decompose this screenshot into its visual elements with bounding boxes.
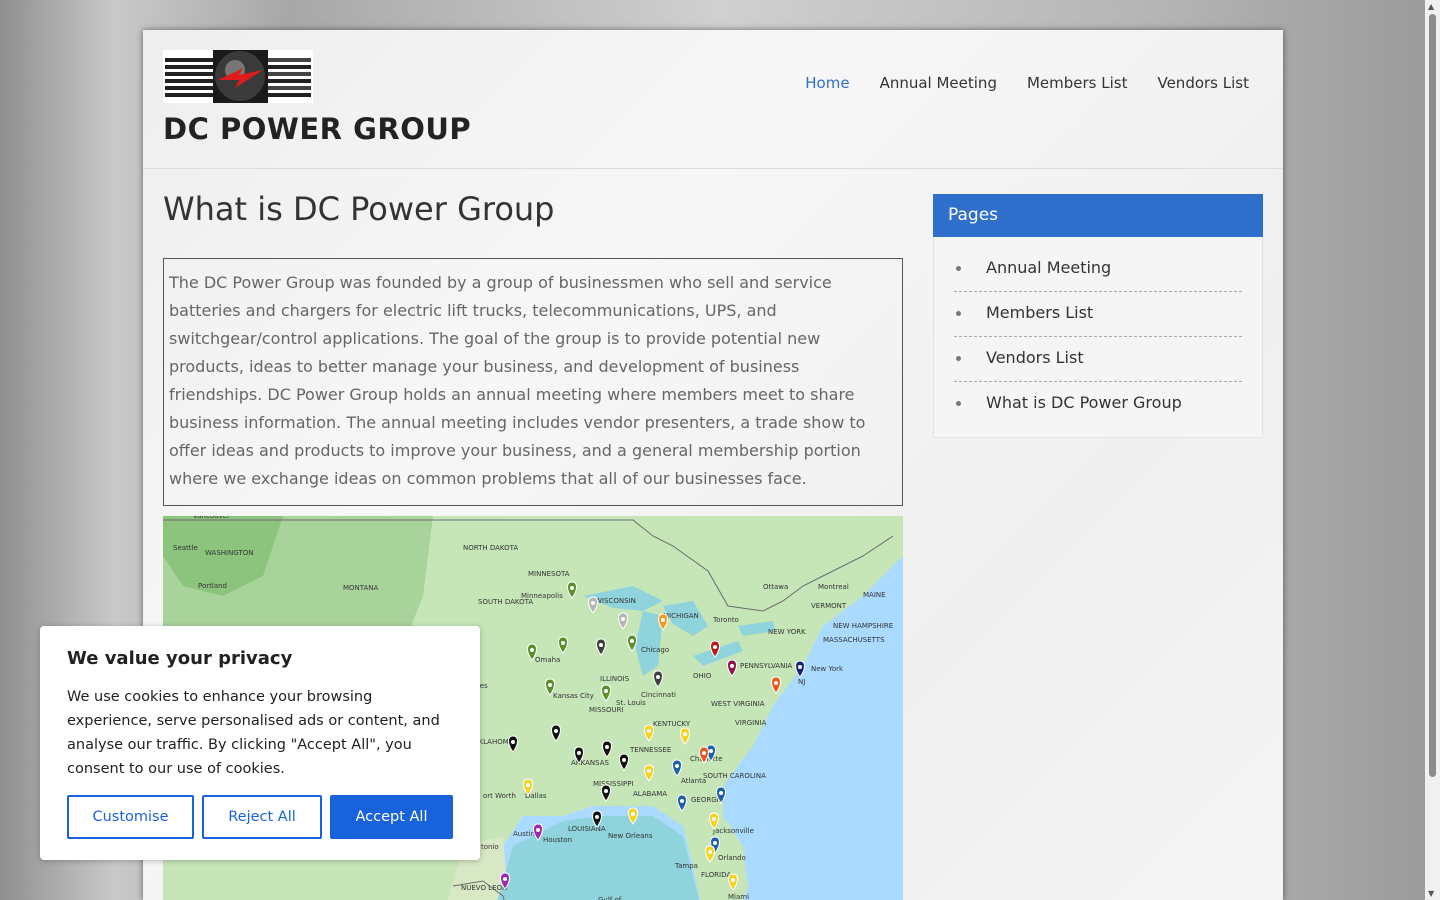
map-label-mississippi: MISSISSIPPI xyxy=(593,780,634,788)
map-label-nj: NJ xyxy=(798,678,805,686)
sidebar-item-members-list[interactable]: Members List xyxy=(954,292,1242,337)
map-label-ohio: OHIO xyxy=(693,672,712,680)
map-label-washington: WASHINGTON xyxy=(205,549,254,557)
map-label-vermont: VERMONT xyxy=(811,602,847,610)
map-label-west-virginia: WEST VIRGINIA xyxy=(711,700,765,708)
map-label-kansas-city: Kansas City xyxy=(553,692,594,700)
site-logo[interactable] xyxy=(163,50,313,103)
reject-all-button[interactable]: Reject All xyxy=(202,795,322,839)
map-label-pennsylvania: PENNSYLVANIA xyxy=(740,662,792,670)
sidebar-item-annual-meeting[interactable]: Annual Meeting xyxy=(954,247,1242,292)
customise-button[interactable]: Customise xyxy=(67,795,194,839)
map-label-new-orleans: New Orleans xyxy=(608,832,653,840)
map-label-north-dakota: NORTH DAKOTA xyxy=(463,544,518,552)
sidebar: Pages Annual Meeting Members List Vendor… xyxy=(933,194,1263,438)
map-label-south-carolina: SOUTH CAROLINA xyxy=(703,772,766,780)
map-label-tampa: Tampa xyxy=(674,862,698,870)
nav-home[interactable]: Home xyxy=(805,74,849,92)
map-label-vancouver: Vancouver xyxy=(193,516,230,520)
map-label-montreal: Montreal xyxy=(818,583,849,591)
pages-widget: Annual Meeting Members List Vendors List… xyxy=(933,237,1263,438)
site-title[interactable]: DC POWER GROUP xyxy=(163,112,471,146)
map-label-austin: Austin xyxy=(513,830,535,838)
nav-annual-meeting[interactable]: Annual Meeting xyxy=(880,74,997,92)
nav-vendors-list[interactable]: Vendors List xyxy=(1157,74,1249,92)
map-label-tennessee: TENNESSEE xyxy=(629,746,671,754)
map-label-jacksonville: Jacksonville xyxy=(712,827,754,835)
map-label-missouri: MISSOURI xyxy=(589,706,624,714)
map-label-orlando: Orlando xyxy=(718,854,746,862)
map-label-portland: Portland xyxy=(198,582,227,590)
lightning-bolt-logo-icon xyxy=(163,50,313,103)
map-label-wisconsin: WISCONSIN xyxy=(595,597,636,605)
map-label-illinois: ILLINOIS xyxy=(600,675,630,683)
main-nav: Home Annual Meeting Members List Vendors… xyxy=(805,74,1249,92)
map-label-florida: FLORIDA xyxy=(701,871,731,879)
map-label-ottawa: Ottawa xyxy=(763,583,788,591)
map-label-kentucky: KENTUCKY xyxy=(653,720,691,728)
sidebar-item-what-is[interactable]: What is DC Power Group xyxy=(954,382,1242,427)
map-label-miami: Miami xyxy=(728,893,749,900)
cookie-consent-banner: We value your privacy We use cookies to … xyxy=(40,626,480,860)
map-label-new-york: New York xyxy=(811,665,844,673)
map-label-montana: MONTANA xyxy=(343,584,379,592)
intro-text: The DC Power Group was founded by a grou… xyxy=(163,258,903,506)
map-label-seattle: Seattle xyxy=(173,544,198,552)
map-label-toronto: Toronto xyxy=(712,616,739,624)
map-label-fort-worth: ort Worth xyxy=(483,792,516,800)
map-label-new-york-state: NEW YORK xyxy=(768,628,806,636)
site-header: DC POWER GROUP Home Annual Meeting Membe… xyxy=(143,30,1283,169)
map-label-chicago: Chicago xyxy=(641,646,669,654)
map-label-houston: Houston xyxy=(543,836,572,844)
sidebar-item-vendors-list[interactable]: Vendors List xyxy=(954,337,1242,382)
nav-members-list[interactable]: Members List xyxy=(1027,74,1128,92)
scrollbar[interactable]: ▲ ▼ xyxy=(1425,0,1440,900)
scroll-down-arrow-icon[interactable]: ▼ xyxy=(1428,889,1434,898)
map-label-atlanta: Atlanta xyxy=(681,777,706,785)
scroll-up-arrow-icon[interactable]: ▲ xyxy=(1428,2,1434,11)
map-label-new-hampshire: NEW HAMPSHIRE xyxy=(833,622,893,630)
cookie-title: We value your privacy xyxy=(67,648,293,669)
map-label-louisiana: LOUISIANA xyxy=(568,825,606,833)
cookie-text: We use cookies to enhance your browsing … xyxy=(67,689,440,777)
cookie-buttons: Customise Reject All Accept All xyxy=(67,795,453,839)
scrollbar-thumb[interactable] xyxy=(1429,14,1436,777)
map-label-nuevo-leon: NUEVO LEON xyxy=(461,884,507,892)
map-label-minnesota: MINNESOTA xyxy=(528,570,570,578)
map-label-alabama: ALABAMA xyxy=(633,790,667,798)
map-label-gulf: Gulf of xyxy=(598,896,622,900)
map-label-michigan: MICHIGAN xyxy=(663,612,699,620)
map-label-minneapolis: Minneapolis xyxy=(521,592,563,600)
map-label-massachusetts: MASSACHUSETTS xyxy=(823,636,885,644)
map-label-omaha: Omaha xyxy=(535,656,560,664)
map-label-cincinnati: Cincinnati xyxy=(641,691,676,699)
accept-all-button[interactable]: Accept All xyxy=(330,795,453,839)
map-label-antonio: tonio xyxy=(481,843,499,851)
page-title: What is DC Power Group xyxy=(163,190,555,228)
map-label-maine: MAINE xyxy=(863,591,886,599)
pages-widget-title: Pages xyxy=(933,194,1263,237)
map-label-virginia: VIRGINIA xyxy=(735,719,767,727)
